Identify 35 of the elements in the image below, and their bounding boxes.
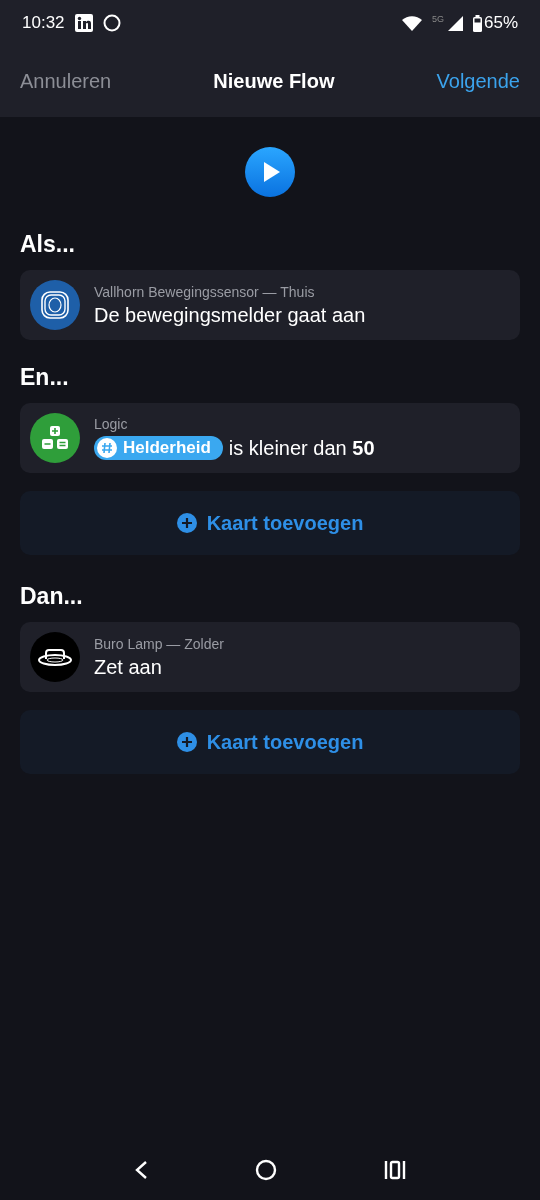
section-title: Dan... — [20, 583, 84, 610]
section-title: Als... — [20, 231, 76, 258]
card-subtitle: Vallhorn Bewegingssensor — Thuis — [94, 283, 316, 300]
cancel-link[interactable]: Annuleren — [20, 70, 112, 93]
back-icon[interactable] — [133, 1160, 148, 1180]
wifi-icon — [401, 15, 422, 31]
card-subtitle: Logic — [94, 416, 129, 432]
next-link[interactable]: Volgende — [436, 70, 520, 93]
add-card-button[interactable]: Kaart toevoegen — [20, 710, 520, 774]
battery-icon — [472, 14, 482, 32]
plus-icon — [176, 732, 197, 752]
signal-icon — [447, 15, 463, 31]
recent-apps-icon[interactable] — [384, 1160, 407, 1180]
sensor-icon — [39, 289, 71, 321]
flow-card[interactable]: Buro Lamp — Zolder Zet aan — [20, 622, 520, 692]
card-action: Zet aan — [94, 655, 163, 679]
section-title: En... — [20, 364, 70, 391]
hash-icon — [101, 442, 113, 454]
page-title: Nieuwe Flow — [213, 70, 335, 93]
home-icon[interactable] — [255, 1159, 277, 1181]
card-action: De bewegingsmelder gaat aan — [94, 303, 366, 327]
lamp-icon — [37, 647, 73, 667]
calculator-icon — [41, 425, 69, 451]
flow-card[interactable]: Vallhorn Bewegingssensor — Thuis De bewegingsmelder gaat aan — [20, 270, 520, 340]
flow-card[interactable]: Logic Helderheid is kleiner dan 50 — [20, 403, 520, 473]
card-subtitle: Buro Lamp — Zolder — [94, 635, 224, 652]
card-condition: is kleiner dan 50 — [228, 436, 375, 460]
circle-icon — [102, 14, 121, 32]
network-type: 5G — [431, 14, 444, 24]
battery-level: 65% — [483, 13, 518, 33]
add-card-button[interactable]: Kaart toevoegen — [20, 491, 520, 555]
clock: 10:32 — [22, 13, 65, 33]
play-button[interactable] — [245, 147, 295, 197]
plus-icon — [176, 513, 197, 533]
linkedin-icon — [74, 14, 93, 32]
